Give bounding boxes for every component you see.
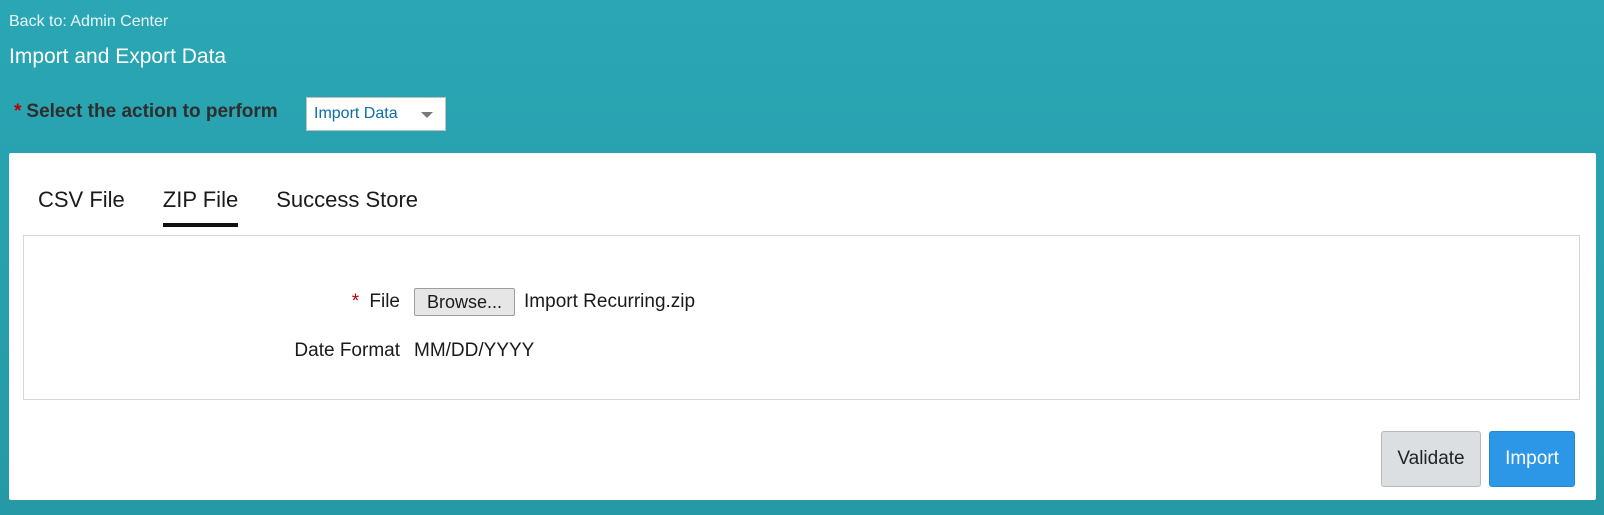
file-label-text: File [369, 291, 400, 312]
date-format-row: Date Format MM/DD/YYYY [24, 340, 534, 362]
date-format-value: MM/DD/YYYY [414, 340, 535, 361]
required-marker: * [14, 101, 22, 122]
tab-csv-file[interactable]: CSV File [38, 181, 125, 227]
tab-content: * File Browse... Import Recurring.zip Da… [23, 235, 1580, 400]
file-row: * File Browse... Import Recurring.zip [24, 288, 695, 316]
action-row: * Select the action to perform [14, 95, 278, 129]
action-label: * Select the action to perform [14, 101, 278, 123]
chevron-down-icon [421, 112, 433, 118]
back-to-admin-center-link[interactable]: Back to: Admin Center [9, 13, 168, 31]
import-button[interactable]: Import [1489, 431, 1575, 487]
browse-button[interactable]: Browse... [414, 288, 516, 316]
import-panel: CSV File ZIP File Success Store * File B… [9, 153, 1596, 500]
selected-filename: Import Recurring.zip [524, 291, 696, 312]
file-label: * File [24, 291, 414, 313]
action-label-text: Select the action to perform [26, 101, 278, 122]
page-title: Import and Export Data [9, 45, 227, 68]
validate-button[interactable]: Validate [1381, 431, 1481, 487]
action-select[interactable]: Import Data [306, 97, 446, 131]
tab-zip-file[interactable]: ZIP File [162, 181, 239, 227]
required-marker: * [351, 291, 360, 312]
action-select-value: Import Data [314, 105, 398, 122]
date-format-label: Date Format [294, 340, 400, 361]
tab-success-store[interactable]: Success Store [276, 181, 418, 227]
tab-bar: CSV File ZIP File Success Store [38, 181, 456, 227]
